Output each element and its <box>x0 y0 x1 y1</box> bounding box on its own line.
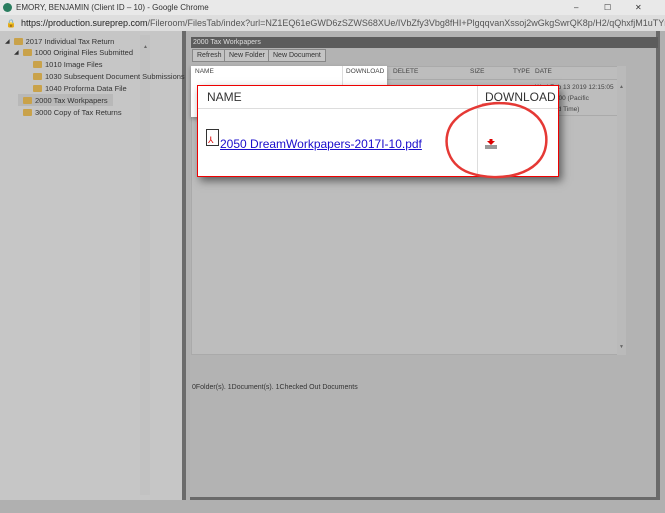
tree-item-label: 1040 Proforma Data File <box>45 83 127 93</box>
lock-icon: 🔒 <box>6 18 16 28</box>
folder-icon <box>33 72 42 80</box>
pdf-icon: ⅄ <box>206 129 219 146</box>
table-scrollbar[interactable]: ▲ ▼ <box>617 66 626 355</box>
file-link[interactable]: 2050 DreamWorkpapers-2017I-10.pdf <box>220 137 422 151</box>
col-name[interactable]: NAME <box>195 68 214 75</box>
address-bar[interactable]: 🔒 https://production.sureprep.com /Filer… <box>0 15 665 31</box>
title-bar: EMORY, BENJAMIN (Client ID – 10) - Googl… <box>0 0 665 15</box>
callout-col-name: NAME <box>207 90 242 104</box>
new-folder-button[interactable]: New Folder <box>224 49 270 62</box>
minimize-button[interactable]: – <box>574 3 578 12</box>
expanded-icon: ◢ <box>14 49 19 56</box>
tree-item-label: 1000 Original Files Submitted <box>34 47 134 57</box>
tree-item-selected[interactable]: 2000 Tax Workpapers <box>18 94 113 106</box>
folder-icon <box>33 84 42 92</box>
tree-item[interactable]: 1040 Proforma Data File <box>33 82 127 94</box>
col-type[interactable]: TYPE <box>513 66 530 78</box>
tree-item[interactable]: ◢ 1000 Original Files Submitted <box>14 46 133 58</box>
chrome-shield-icon <box>3 3 12 12</box>
close-button[interactable]: ✕ <box>635 3 642 12</box>
tree-item-label: 1030 Subsequent Document Submissions <box>45 71 185 81</box>
maximize-button[interactable]: ☐ <box>604 3 611 12</box>
url-path: /Fileroom/FilesTab/index?url=NZ1EQ61eGWD… <box>147 18 665 28</box>
window-title: EMORY, BENJAMIN (Client ID – 10) - Googl… <box>16 3 209 12</box>
tree-scrollbar[interactable]: ▲ <box>140 35 150 495</box>
tree-item[interactable]: 1010 Image Files <box>33 58 103 70</box>
folder-icon <box>23 108 32 116</box>
tree-item-label: 2017 Individual Tax Return <box>25 36 115 46</box>
refresh-button[interactable]: Refresh <box>192 49 227 62</box>
status-text: 0Folder(s). 1Document(s). 1Checked Out D… <box>192 384 358 391</box>
col-size[interactable]: SIZE <box>470 66 484 78</box>
panel-header: 2000 Tax Workpapers <box>191 37 658 48</box>
tree-item[interactable]: 1030 Subsequent Document Submissions <box>33 70 185 82</box>
expanded-icon: ◢ <box>5 38 10 45</box>
tree-item-label: 1010 Image Files <box>45 59 103 69</box>
col-delete[interactable]: DELETE <box>393 66 418 78</box>
folder-icon <box>23 96 32 104</box>
folder-icon <box>22 48 32 56</box>
red-circle-annotation <box>445 101 548 179</box>
tree-item-label: 2000 Tax Workpapers <box>35 95 108 105</box>
folder-icon <box>13 37 23 45</box>
col-download[interactable]: DOWNLOAD <box>346 68 384 75</box>
folder-icon <box>33 60 42 68</box>
col-date[interactable]: DATE <box>535 66 552 78</box>
new-document-button[interactable]: New Document <box>268 49 326 62</box>
url-host: https://production.sureprep.com <box>20 18 148 28</box>
tree-item[interactable]: 3000 Copy of Tax Returns <box>23 106 122 118</box>
tree-item-label: 3000 Copy of Tax Returns <box>35 107 122 117</box>
